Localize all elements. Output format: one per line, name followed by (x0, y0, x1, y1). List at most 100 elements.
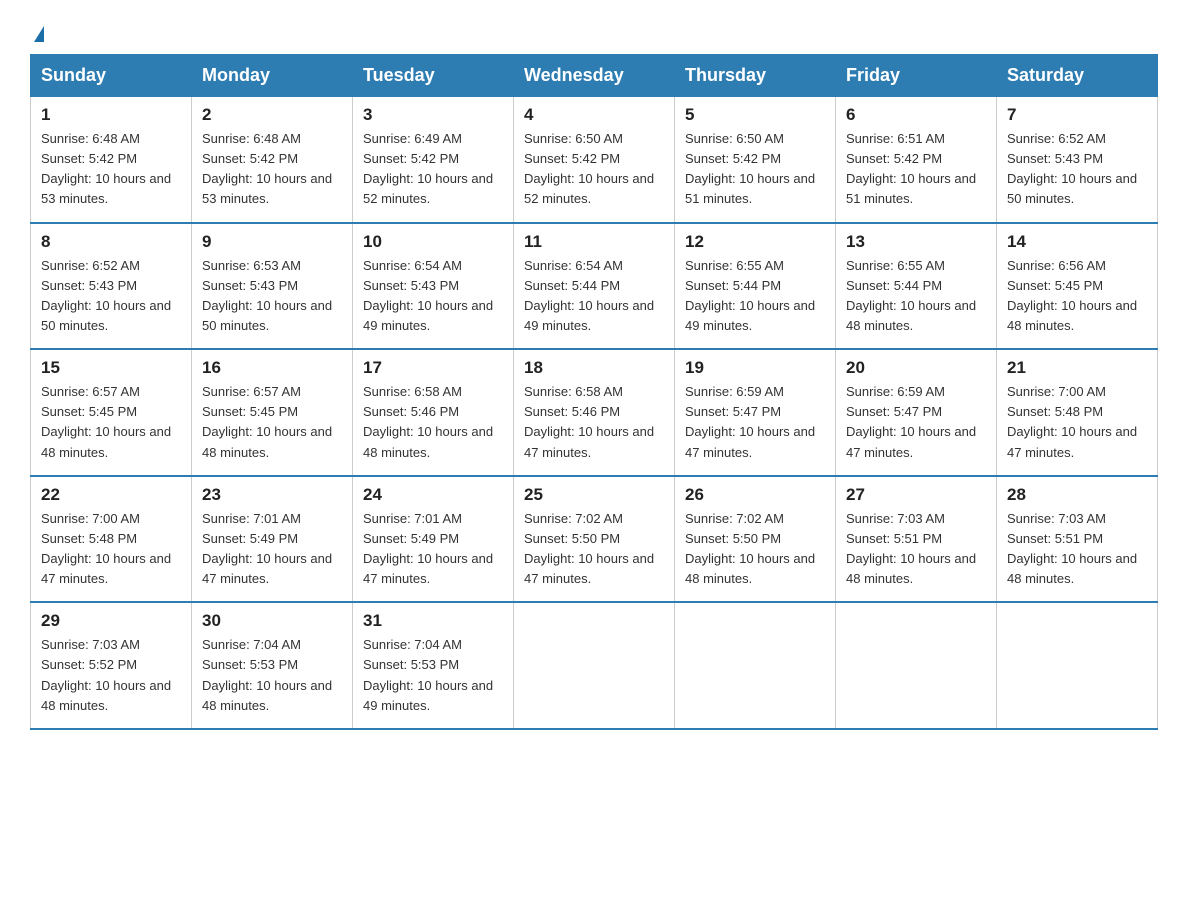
day-info: Sunrise: 6:59 AMSunset: 5:47 PMDaylight:… (685, 382, 825, 463)
page-header (30, 20, 1158, 44)
day-number: 29 (41, 611, 181, 631)
day-number: 24 (363, 485, 503, 505)
day-number: 17 (363, 358, 503, 378)
day-cell: 18Sunrise: 6:58 AMSunset: 5:46 PMDayligh… (514, 349, 675, 476)
week-row-1: 1 Sunrise: 6:48 AMSunset: 5:42 PMDaylight… (31, 97, 1158, 223)
day-cell: 10 Sunrise: 6:54 AMSunset: 5:43 PMDayligh… (353, 223, 514, 350)
day-info: Sunrise: 6:56 AMSunset: 5:45 PMDaylight:… (1007, 256, 1147, 337)
day-cell: 4 Sunrise: 6:50 AMSunset: 5:42 PMDaylight… (514, 97, 675, 223)
header-saturday: Saturday (997, 55, 1158, 97)
day-info: Sunrise: 7:02 AMSunset: 5:50 PMDaylight:… (524, 509, 664, 590)
day-cell: 2Sunrise: 6:48 AMSunset: 5:42 PMDaylight… (192, 97, 353, 223)
day-cell (997, 602, 1158, 729)
day-info: Sunrise: 6:52 AMSunset: 5:43 PMDaylight:… (41, 256, 181, 337)
day-cell: 26 Sunrise: 7:02 AMSunset: 5:50 PMDayligh… (675, 476, 836, 603)
day-cell: 7 Sunrise: 6:52 AMSunset: 5:43 PMDaylight… (997, 97, 1158, 223)
day-cell: 25 Sunrise: 7:02 AMSunset: 5:50 PMDayligh… (514, 476, 675, 603)
day-cell: 8 Sunrise: 6:52 AMSunset: 5:43 PMDaylight… (31, 223, 192, 350)
header-friday: Friday (836, 55, 997, 97)
logo (30, 28, 44, 44)
day-number: 26 (685, 485, 825, 505)
day-cell: 6 Sunrise: 6:51 AMSunset: 5:42 PMDaylight… (836, 97, 997, 223)
day-number: 28 (1007, 485, 1147, 505)
day-info: Sunrise: 7:01 AMSunset: 5:49 PMDaylight:… (202, 509, 342, 590)
day-cell: 12 Sunrise: 6:55 AMSunset: 5:44 PMDayligh… (675, 223, 836, 350)
day-cell: 31Sunrise: 7:04 AMSunset: 5:53 PMDayligh… (353, 602, 514, 729)
day-cell: 15 Sunrise: 6:57 AMSunset: 5:45 PMDayligh… (31, 349, 192, 476)
day-number: 3 (363, 105, 503, 125)
day-number: 6 (846, 105, 986, 125)
day-info: Sunrise: 6:54 AMSunset: 5:44 PMDaylight:… (524, 256, 664, 337)
day-number: 22 (41, 485, 181, 505)
day-cell: 3 Sunrise: 6:49 AMSunset: 5:42 PMDaylight… (353, 97, 514, 223)
day-info: Sunrise: 6:52 AMSunset: 5:43 PMDaylight:… (1007, 129, 1147, 210)
day-cell: 29 Sunrise: 7:03 AMSunset: 5:52 PMDayligh… (31, 602, 192, 729)
day-info: Sunrise: 6:55 AMSunset: 5:44 PMDaylight:… (685, 256, 825, 337)
day-number: 19 (685, 358, 825, 378)
header-sunday: Sunday (31, 55, 192, 97)
day-number: 13 (846, 232, 986, 252)
day-cell: 21Sunrise: 7:00 AMSunset: 5:48 PMDayligh… (997, 349, 1158, 476)
day-number: 15 (41, 358, 181, 378)
day-info: Sunrise: 7:03 AMSunset: 5:51 PMDaylight:… (1007, 509, 1147, 590)
day-info: Sunrise: 6:55 AMSunset: 5:44 PMDaylight:… (846, 256, 986, 337)
header-tuesday: Tuesday (353, 55, 514, 97)
day-info: Sunrise: 7:02 AMSunset: 5:50 PMDaylight:… (685, 509, 825, 590)
day-cell: 5Sunrise: 6:50 AMSunset: 5:42 PMDaylight… (675, 97, 836, 223)
day-number: 1 (41, 105, 181, 125)
day-info: Sunrise: 6:57 AMSunset: 5:45 PMDaylight:… (41, 382, 181, 463)
day-cell: 11Sunrise: 6:54 AMSunset: 5:44 PMDayligh… (514, 223, 675, 350)
week-row-3: 15 Sunrise: 6:57 AMSunset: 5:45 PMDayligh… (31, 349, 1158, 476)
day-info: Sunrise: 7:03 AMSunset: 5:51 PMDaylight:… (846, 509, 986, 590)
day-info: Sunrise: 6:50 AMSunset: 5:42 PMDaylight:… (685, 129, 825, 210)
day-number: 16 (202, 358, 342, 378)
day-cell: 9Sunrise: 6:53 AMSunset: 5:43 PMDaylight… (192, 223, 353, 350)
day-number: 21 (1007, 358, 1147, 378)
day-number: 25 (524, 485, 664, 505)
day-info: Sunrise: 6:58 AMSunset: 5:46 PMDaylight:… (524, 382, 664, 463)
day-number: 4 (524, 105, 664, 125)
day-cell (514, 602, 675, 729)
day-info: Sunrise: 6:49 AMSunset: 5:42 PMDaylight:… (363, 129, 503, 210)
day-number: 8 (41, 232, 181, 252)
logo-triangle-icon (34, 26, 44, 42)
header-thursday: Thursday (675, 55, 836, 97)
day-info: Sunrise: 6:58 AMSunset: 5:46 PMDaylight:… (363, 382, 503, 463)
day-info: Sunrise: 7:04 AMSunset: 5:53 PMDaylight:… (202, 635, 342, 716)
day-info: Sunrise: 6:48 AMSunset: 5:42 PMDaylight:… (41, 129, 181, 210)
day-cell: 13 Sunrise: 6:55 AMSunset: 5:44 PMDayligh… (836, 223, 997, 350)
day-info: Sunrise: 6:50 AMSunset: 5:42 PMDaylight:… (524, 129, 664, 210)
day-cell (836, 602, 997, 729)
week-row-4: 22 Sunrise: 7:00 AMSunset: 5:48 PMDayligh… (31, 476, 1158, 603)
day-cell: 28 Sunrise: 7:03 AMSunset: 5:51 PMDayligh… (997, 476, 1158, 603)
day-cell: 30 Sunrise: 7:04 AMSunset: 5:53 PMDayligh… (192, 602, 353, 729)
day-info: Sunrise: 6:59 AMSunset: 5:47 PMDaylight:… (846, 382, 986, 463)
day-cell: 1 Sunrise: 6:48 AMSunset: 5:42 PMDaylight… (31, 97, 192, 223)
header-monday: Monday (192, 55, 353, 97)
day-info: Sunrise: 7:03 AMSunset: 5:52 PMDaylight:… (41, 635, 181, 716)
day-number: 9 (202, 232, 342, 252)
header-wednesday: Wednesday (514, 55, 675, 97)
day-number: 20 (846, 358, 986, 378)
day-cell: 24 Sunrise: 7:01 AMSunset: 5:49 PMDayligh… (353, 476, 514, 603)
day-number: 10 (363, 232, 503, 252)
day-info: Sunrise: 6:51 AMSunset: 5:42 PMDaylight:… (846, 129, 986, 210)
day-number: 27 (846, 485, 986, 505)
day-info: Sunrise: 6:57 AMSunset: 5:45 PMDaylight:… (202, 382, 342, 463)
day-cell: 23 Sunrise: 7:01 AMSunset: 5:49 PMDayligh… (192, 476, 353, 603)
day-number: 7 (1007, 105, 1147, 125)
day-info: Sunrise: 7:01 AMSunset: 5:49 PMDaylight:… (363, 509, 503, 590)
day-info: Sunrise: 7:00 AMSunset: 5:48 PMDaylight:… (41, 509, 181, 590)
day-cell (675, 602, 836, 729)
day-cell: 14Sunrise: 6:56 AMSunset: 5:45 PMDayligh… (997, 223, 1158, 350)
day-info: Sunrise: 6:54 AMSunset: 5:43 PMDaylight:… (363, 256, 503, 337)
day-cell: 17 Sunrise: 6:58 AMSunset: 5:46 PMDayligh… (353, 349, 514, 476)
day-number: 12 (685, 232, 825, 252)
day-cell: 16 Sunrise: 6:57 AMSunset: 5:45 PMDayligh… (192, 349, 353, 476)
day-cell: 27 Sunrise: 7:03 AMSunset: 5:51 PMDayligh… (836, 476, 997, 603)
week-row-2: 8 Sunrise: 6:52 AMSunset: 5:43 PMDaylight… (31, 223, 1158, 350)
day-number: 30 (202, 611, 342, 631)
day-cell: 19 Sunrise: 6:59 AMSunset: 5:47 PMDayligh… (675, 349, 836, 476)
day-number: 23 (202, 485, 342, 505)
day-number: 31 (363, 611, 503, 631)
